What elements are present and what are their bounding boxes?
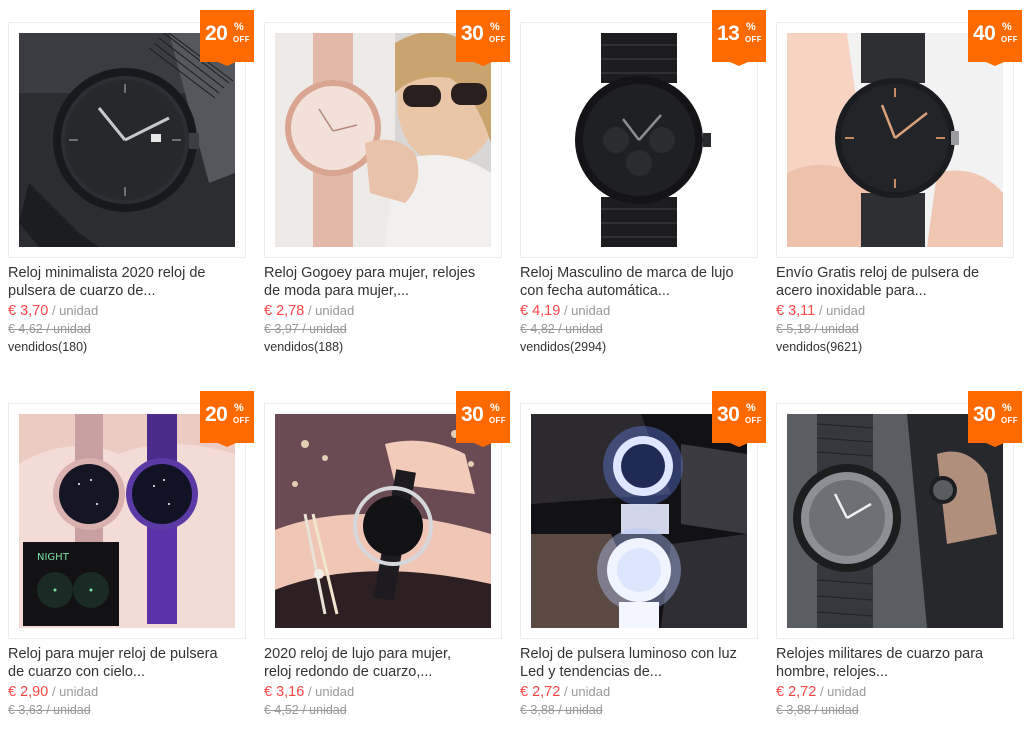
discount-value: 30 (717, 403, 740, 426)
product-title-link[interactable]: Reloj de pulsera luminoso con luz Led y … (520, 645, 760, 681)
discount-percent-sign: % (746, 402, 756, 414)
product-price: € 2,72 (520, 684, 561, 700)
discount-badge: 30 % OFF (968, 391, 1022, 447)
price-unit: / unidad (560, 684, 611, 699)
product-title-link[interactable]: Reloj Masculino de marca de lujo con fec… (520, 264, 760, 300)
discount-badge: 13 % OFF (712, 10, 766, 66)
sold-count: vendidos(9621) (776, 340, 863, 354)
original-price: € 5,18 / unidad (776, 322, 859, 336)
product-card[interactable]: 13 % OFF Reloj Masculino de marca de luj… (512, 0, 768, 360)
discount-off-label: OFF (233, 416, 250, 425)
product-card[interactable]: 30 % OFF Relojes militares de cuarzo par… (768, 381, 1024, 741)
discount-value: 40 (973, 22, 996, 45)
product-title-link[interactable]: Reloj minimalista 2020 reloj de pulsera … (8, 264, 248, 300)
price-line: € 2,72 / unidad (776, 683, 866, 701)
discount-badge: 30 % OFF (712, 391, 766, 447)
price-line: € 3,16 / unidad (264, 683, 354, 701)
discount-percent-sign: % (1002, 21, 1012, 33)
original-price: € 4,62 / unidad (8, 322, 91, 336)
product-title-link[interactable]: Reloj Gogoey para mujer, relojes de moda… (264, 264, 504, 300)
night-label: NIGHT (37, 552, 70, 563)
discount-off-label: OFF (1001, 416, 1018, 425)
discount-off-label: OFF (1001, 35, 1018, 44)
discount-badge: 30 % OFF (456, 391, 510, 447)
product-card[interactable]: 30 % OFF Reloj Gogoey para mujer, reloje… (256, 0, 512, 360)
discount-value: 20 (205, 22, 228, 45)
price-line: € 2,72 / unidad (520, 683, 610, 701)
product-card[interactable]: 30 % OFF Reloj de pulsera luminoso con l… (512, 381, 768, 741)
product-price: € 3,16 (264, 684, 305, 700)
price-line: € 2,90 / unidad (8, 683, 98, 701)
discount-percent-sign: % (490, 21, 500, 33)
discount-percent-sign: % (746, 21, 756, 33)
product-price: € 3,11 (776, 303, 816, 319)
discount-value: 30 (461, 403, 484, 426)
product-title-link[interactable]: Relojes militares de cuarzo para hombre,… (776, 645, 1016, 681)
price-unit: / unidad (304, 684, 355, 699)
discount-value: 30 (461, 22, 484, 45)
discount-value: 30 (973, 403, 996, 426)
sold-count: vendidos(188) (264, 340, 344, 354)
product-card[interactable]: 40 % OFF Envío Gratis reloj de pulsera d… (768, 0, 1024, 360)
price-unit: / unidad (304, 303, 355, 318)
product-card[interactable]: 30 % OFF 2020 reloj de lujo para mujer, … (256, 381, 512, 741)
product-card[interactable]: 20 % OFF Reloj minimalista 2020 reloj de… (0, 0, 256, 360)
discount-percent-sign: % (234, 402, 244, 414)
discount-off-label: OFF (489, 416, 506, 425)
original-price: € 3,88 / unidad (776, 703, 859, 717)
price-unit: / unidad (48, 684, 99, 699)
product-card[interactable]: NIGHT 20 % OFF Reloj para mujer reloj de… (0, 381, 256, 741)
price-line: € 4,19 / unidad (520, 302, 610, 320)
discount-off-label: OFF (489, 35, 506, 44)
product-title-link[interactable]: 2020 reloj de lujo para mujer, reloj red… (264, 645, 504, 681)
price-unit: / unidad (560, 303, 611, 318)
discount-badge: 20 % OFF (200, 10, 254, 66)
sold-count: vendidos(2994) (520, 340, 607, 354)
original-price: € 3,63 / unidad (8, 703, 91, 717)
price-line: € 3,11 / unidad (776, 302, 865, 320)
discount-percent-sign: % (234, 21, 244, 33)
product-grid: 20 % OFF Reloj minimalista 2020 reloj de… (0, 0, 1024, 723)
discount-off-label: OFF (745, 35, 762, 44)
product-price: € 2,78 (264, 303, 305, 319)
original-price: € 4,52 / unidad (264, 703, 347, 717)
price-line: € 2,78 / unidad (264, 302, 354, 320)
product-title-link[interactable]: Envío Gratis reloj de pulsera de acero i… (776, 264, 1016, 300)
price-line: € 3,70 / unidad (8, 302, 98, 320)
discount-percent-sign: % (490, 402, 500, 414)
original-price: € 3,88 / unidad (520, 703, 603, 717)
discount-percent-sign: % (1002, 402, 1012, 414)
discount-value: 13 (717, 22, 740, 45)
sold-count: vendidos(180) (8, 340, 88, 354)
discount-value: 20 (205, 403, 228, 426)
product-title-link[interactable]: Reloj para mujer reloj de pulsera de cua… (8, 645, 248, 681)
price-unit: / unidad (816, 684, 867, 699)
product-price: € 2,90 (8, 684, 49, 700)
discount-off-label: OFF (233, 35, 250, 44)
discount-badge: 20 % OFF (200, 391, 254, 447)
discount-badge: 30 % OFF (456, 10, 510, 66)
original-price: € 4,82 / unidad (520, 322, 603, 336)
product-price: € 4,19 (520, 303, 561, 319)
original-price: € 3,97 / unidad (264, 322, 347, 336)
discount-badge: 40 % OFF (968, 10, 1022, 66)
price-unit: / unidad (48, 303, 99, 318)
product-price: € 3,70 (8, 303, 49, 319)
product-price: € 2,72 (776, 684, 817, 700)
price-unit: / unidad (815, 303, 866, 318)
discount-off-label: OFF (745, 416, 762, 425)
